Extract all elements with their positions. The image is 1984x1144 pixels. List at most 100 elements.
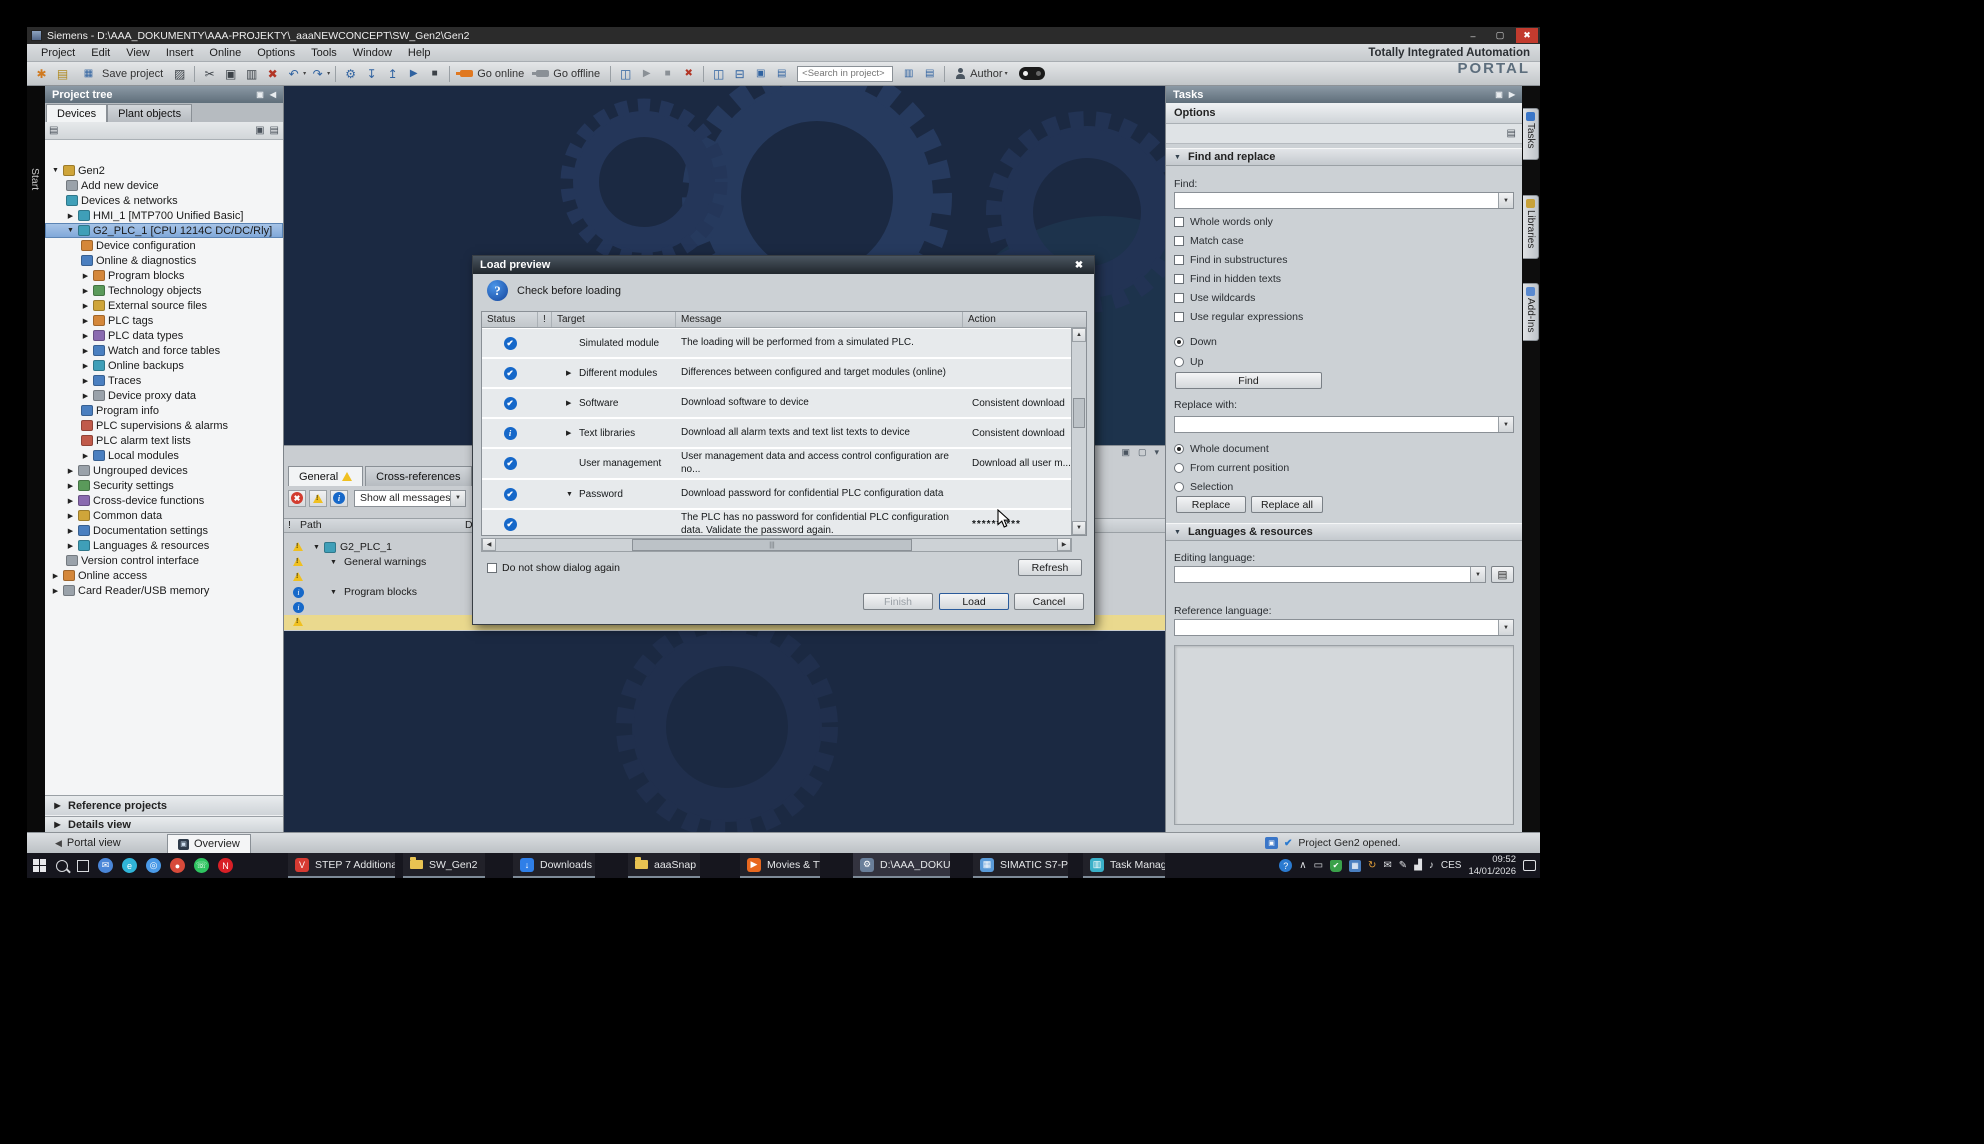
side-tab-tasks[interactable]: Tasks (1523, 108, 1539, 160)
go-offline-button[interactable]: Go offline (531, 64, 605, 83)
checkbox-box[interactable] (1174, 312, 1184, 322)
table-row[interactable]: ✔ Simulated module The loading will be p… (482, 329, 1073, 357)
update-tray-icon[interactable]: ↻ (1368, 860, 1376, 871)
side-tab-libraries[interactable]: Libraries (1523, 195, 1539, 259)
undo-icon[interactable]: ↶ (284, 64, 303, 83)
action-cell[interactable]: Download all user m... (963, 449, 1073, 478)
author-button[interactable]: Author ▾ (950, 64, 1012, 83)
finish-button[interactable]: Finish (863, 593, 933, 610)
table-row[interactable]: ✔ ▶Different modules Differences between… (482, 359, 1073, 387)
action-center-icon[interactable] (1523, 860, 1536, 871)
scroll-right-icon[interactable]: ▶ (1057, 538, 1071, 551)
table-row[interactable]: ✔ ▼Password Download password for confid… (482, 480, 1073, 508)
checkbox-substructures[interactable]: Find in substructures (1174, 254, 1287, 266)
display-tray-icon[interactable]: ▭ (1314, 860, 1323, 871)
volume-icon[interactable]: ♪ (1429, 860, 1434, 871)
tree-item[interactable]: PLC supervisions & alarms (45, 418, 283, 433)
checkbox-box[interactable] (487, 563, 497, 573)
tree-item[interactable]: Online & diagnostics (45, 253, 283, 268)
float-panel-icon[interactable]: ▣ (1495, 90, 1503, 99)
tree-item-selected-plc[interactable]: ▼G2_PLC_1 [CPU 1214C DC/DC/Rly] (45, 223, 283, 238)
tree-item[interactable]: ▶PLC tags (45, 313, 283, 328)
caret-right-icon[interactable]: ▶ (81, 332, 90, 340)
caret-right-icon[interactable]: ▶ (81, 287, 90, 295)
tree-item[interactable]: ▶Card Reader/USB memory (45, 583, 283, 598)
tree-filter-icon[interactable]: ▤ (49, 125, 58, 136)
tree-item[interactable]: Program info (45, 403, 283, 418)
radio-selection[interactable]: Selection (1174, 481, 1233, 493)
help-tray-icon[interactable]: ? (1279, 859, 1292, 872)
pen-tray-icon[interactable]: ✎ (1399, 860, 1407, 871)
checkbox-box[interactable] (1174, 217, 1184, 227)
window-layout-icon[interactable]: ▣ (751, 64, 770, 83)
caret-right-icon[interactable]: ▶ (66, 212, 75, 220)
browser-icon[interactable]: ◎ (146, 858, 161, 873)
taskbar-app-taskmgr[interactable]: ▥ Task Manager (1083, 853, 1165, 878)
tree-item[interactable]: ▶Online access (45, 568, 283, 583)
caret-right-icon[interactable]: ▶ (81, 317, 90, 325)
radio-from-current[interactable]: From current position (1174, 462, 1289, 474)
radio-circle[interactable] (1174, 444, 1184, 454)
compile-icon[interactable]: ⚙ (341, 64, 360, 83)
collapse-panel-icon[interactable]: ◀ (270, 90, 276, 99)
netflix-icon[interactable]: N (218, 858, 233, 873)
minimize-button[interactable]: – (1462, 28, 1484, 43)
checkbox-wildcards[interactable]: Use wildcards (1174, 292, 1255, 304)
column-settings-icon[interactable]: ▣ (255, 125, 264, 136)
replace-all-button[interactable]: Replace all (1251, 496, 1323, 513)
password-field[interactable]: ********** (963, 510, 1073, 535)
menu-online[interactable]: Online (201, 44, 249, 61)
caret-down-icon[interactable]: ▼ (330, 559, 337, 566)
save-project-button[interactable]: ▦ Save project (74, 64, 168, 83)
taskbar-app-aaasnap[interactable]: aaaSnap (628, 853, 700, 878)
caret-down-icon[interactable]: ▼ (566, 491, 579, 498)
menu-view[interactable]: View (118, 44, 158, 61)
caret-right-icon[interactable]: ▶ (566, 399, 579, 407)
tree-item[interactable]: ▶Local modules (45, 448, 283, 463)
caret-down-icon[interactable]: ▼ (313, 544, 320, 551)
accessible-devices-icon[interactable]: ◫ (616, 64, 635, 83)
taskbar-app-downloads[interactable]: ↓ Downloads (513, 853, 595, 878)
mail-tray-icon[interactable]: ✉ (1383, 860, 1391, 871)
find-button[interactable]: Find (1175, 372, 1322, 389)
stop-simulation-icon[interactable]: ■ (425, 64, 444, 83)
edge-icon[interactable]: e (122, 858, 137, 873)
library-view-icon[interactable]: ▤ (920, 64, 939, 83)
redo-dropdown-icon[interactable]: ▾ (327, 70, 330, 77)
find-input[interactable]: ▼ (1174, 192, 1514, 209)
tree-item[interactable]: Add new device (45, 178, 283, 193)
search-input[interactable] (797, 66, 893, 82)
checkbox-whole-words[interactable]: Whole words only (1174, 216, 1273, 228)
radio-circle[interactable] (1174, 357, 1184, 367)
privacy-toggle-icon[interactable] (1019, 67, 1045, 80)
menu-tools[interactable]: Tools (303, 44, 345, 61)
caret-right-icon[interactable]: ▶ (66, 482, 75, 490)
side-tab-addins[interactable]: Add-Ins (1523, 283, 1539, 341)
action-cell[interactable]: Consistent download (963, 419, 1073, 447)
replace-button[interactable]: Replace (1176, 496, 1246, 513)
caret-right-icon[interactable]: ▶ (81, 392, 90, 400)
portal-view-button[interactable]: ◀ Portal view (27, 837, 131, 849)
delete-icon[interactable]: ✖ (263, 64, 282, 83)
tree-item[interactable]: ▶Device proxy data (45, 388, 283, 403)
language-indicator[interactable]: CES (1441, 860, 1462, 871)
checkbox-box[interactable] (1174, 236, 1184, 246)
plcsim-tray-icon[interactable]: ▦ (1349, 860, 1361, 872)
radio-whole-document[interactable]: Whole document (1174, 443, 1269, 455)
split-editor-vertical-icon[interactable]: ⊟ (730, 64, 749, 83)
float-window-icon[interactable]: ▣ (1121, 447, 1130, 458)
cancel-button[interactable]: Cancel (1014, 593, 1084, 610)
info-filter-button[interactable]: i (330, 490, 348, 507)
tree-item[interactable]: ▶External source files (45, 298, 283, 313)
menu-options[interactable]: Options (249, 44, 303, 61)
caret-right-icon[interactable]: ▶ (566, 429, 579, 437)
checkbox-match-case[interactable]: Match case (1174, 235, 1244, 247)
tree-item[interactable]: ▶Common data (45, 508, 283, 523)
action-cell[interactable]: Consistent download (963, 389, 1073, 417)
caret-right-icon[interactable]: ▶ (81, 362, 90, 370)
caret-right-icon[interactable]: ▶ (81, 377, 90, 385)
table-row[interactable]: ✔ ▶Software Download software to device … (482, 389, 1073, 417)
caret-right-icon[interactable]: ▶ (81, 347, 90, 355)
undo-dropdown-icon[interactable]: ▾ (303, 70, 306, 77)
defender-icon[interactable]: ✔ (1330, 860, 1342, 872)
